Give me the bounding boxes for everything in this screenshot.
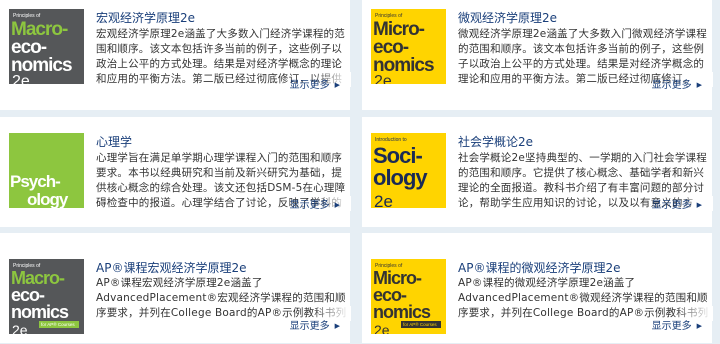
- cover-edition: 2e: [374, 322, 390, 334]
- book-cover[interactable]: Principles of Macro- eco- nomics 2e: [9, 9, 84, 84]
- cover-line: ology: [373, 165, 428, 190]
- cover-line: Psych-: [10, 172, 60, 191]
- cover-line: ology: [27, 190, 69, 208]
- cover-edition: 2e: [374, 73, 392, 84]
- show-more-link[interactable]: 显示更多 ▶: [290, 317, 340, 332]
- show-more-link[interactable]: 显示更多 ▶: [290, 76, 340, 91]
- show-more-link[interactable]: 显示更多 ▶: [652, 196, 702, 211]
- book-cover[interactable]: Principles of Micro- eco- nomics 2e: [371, 9, 446, 84]
- book-title[interactable]: AP®课程的微观经济学原理2e: [458, 259, 620, 276]
- book-card: Introduction to Soci- ology 2e 社会学概论2e 社…: [362, 117, 713, 227]
- ap-microeconomics-cover-image: Principles of Micro- eco- nomics for AP®…: [371, 259, 446, 334]
- book-card: Principles of Macro- eco- nomics for AP®…: [0, 233, 351, 343]
- macroeconomics-cover-image: Principles of Macro- eco- nomics 2e: [9, 9, 84, 84]
- book-cover[interactable]: Psych- ology: [9, 133, 84, 208]
- book-card: Psych- ology 心理学 心理学旨在满足单学期心理学课程入门的范围和顺序…: [0, 117, 351, 227]
- show-more-label: 显示更多: [289, 80, 330, 91]
- cover-line: nomics: [11, 302, 69, 322]
- book-card: Principles of Micro- eco- nomics 2e 微观经济…: [362, 0, 713, 110]
- cover-line: nomics: [373, 302, 431, 322]
- psychology-cover-image: Psych- ology: [9, 133, 84, 208]
- cover-edition: 2e: [12, 73, 30, 84]
- chevron-right-icon: ▶: [334, 81, 340, 89]
- show-more-label: 显示更多: [289, 200, 330, 211]
- show-more-label: 显示更多: [651, 80, 692, 91]
- cover-edition: 2e: [374, 192, 393, 208]
- book-title[interactable]: 心理学: [96, 133, 132, 150]
- sociology-cover-image: Introduction to Soci- ology 2e: [371, 133, 446, 208]
- chevron-right-icon: ▶: [696, 81, 702, 89]
- book-card: Principles of Micro- eco- nomics for AP®…: [362, 233, 713, 343]
- chevron-right-icon: ▶: [696, 201, 702, 209]
- chevron-right-icon: ▶: [334, 322, 340, 330]
- show-more-link[interactable]: 显示更多 ▶: [652, 317, 702, 332]
- cover-edition: 2e: [12, 322, 28, 334]
- book-card: Principles of Macro- eco- nomics 2e 宏观经济…: [0, 0, 351, 110]
- microeconomics-cover-image: Principles of Micro- eco- nomics 2e: [371, 9, 446, 84]
- chevron-right-icon: ▶: [334, 201, 340, 209]
- book-description: AP®课程的微观经济学原理2e涵盖了AdvancedPlacement®微观经济…: [458, 276, 713, 321]
- show-more-link[interactable]: 显示更多 ▶: [652, 76, 702, 91]
- book-cover[interactable]: Introduction to Soci- ology 2e: [371, 133, 446, 208]
- chevron-right-icon: ▶: [696, 322, 702, 330]
- show-more-label: 显示更多: [651, 200, 692, 211]
- book-cover[interactable]: Principles of Micro- eco- nomics for AP®…: [371, 259, 446, 334]
- book-title[interactable]: 社会学概论2e: [458, 133, 533, 150]
- cover-subtitle: for AP® Courses: [403, 321, 437, 327]
- book-title[interactable]: 宏观经济学原理2e: [96, 9, 195, 26]
- book-cover[interactable]: Principles of Macro- eco- nomics for AP®…: [9, 259, 84, 334]
- ap-macroeconomics-cover-image: Principles of Macro- eco- nomics for AP®…: [9, 259, 84, 334]
- show-more-label: 显示更多: [289, 321, 330, 332]
- cover-subtitle: for AP® Courses: [41, 321, 75, 327]
- show-more-link[interactable]: 显示更多 ▶: [290, 196, 340, 211]
- book-description: AP®课程宏观经济学原理2e涵盖了AdvancedPlacement®宏观经济学…: [96, 276, 351, 321]
- show-more-label: 显示更多: [651, 321, 692, 332]
- book-title[interactable]: AP®课程宏观经济学原理2e: [96, 259, 246, 276]
- book-title[interactable]: 微观经济学原理2e: [458, 9, 557, 26]
